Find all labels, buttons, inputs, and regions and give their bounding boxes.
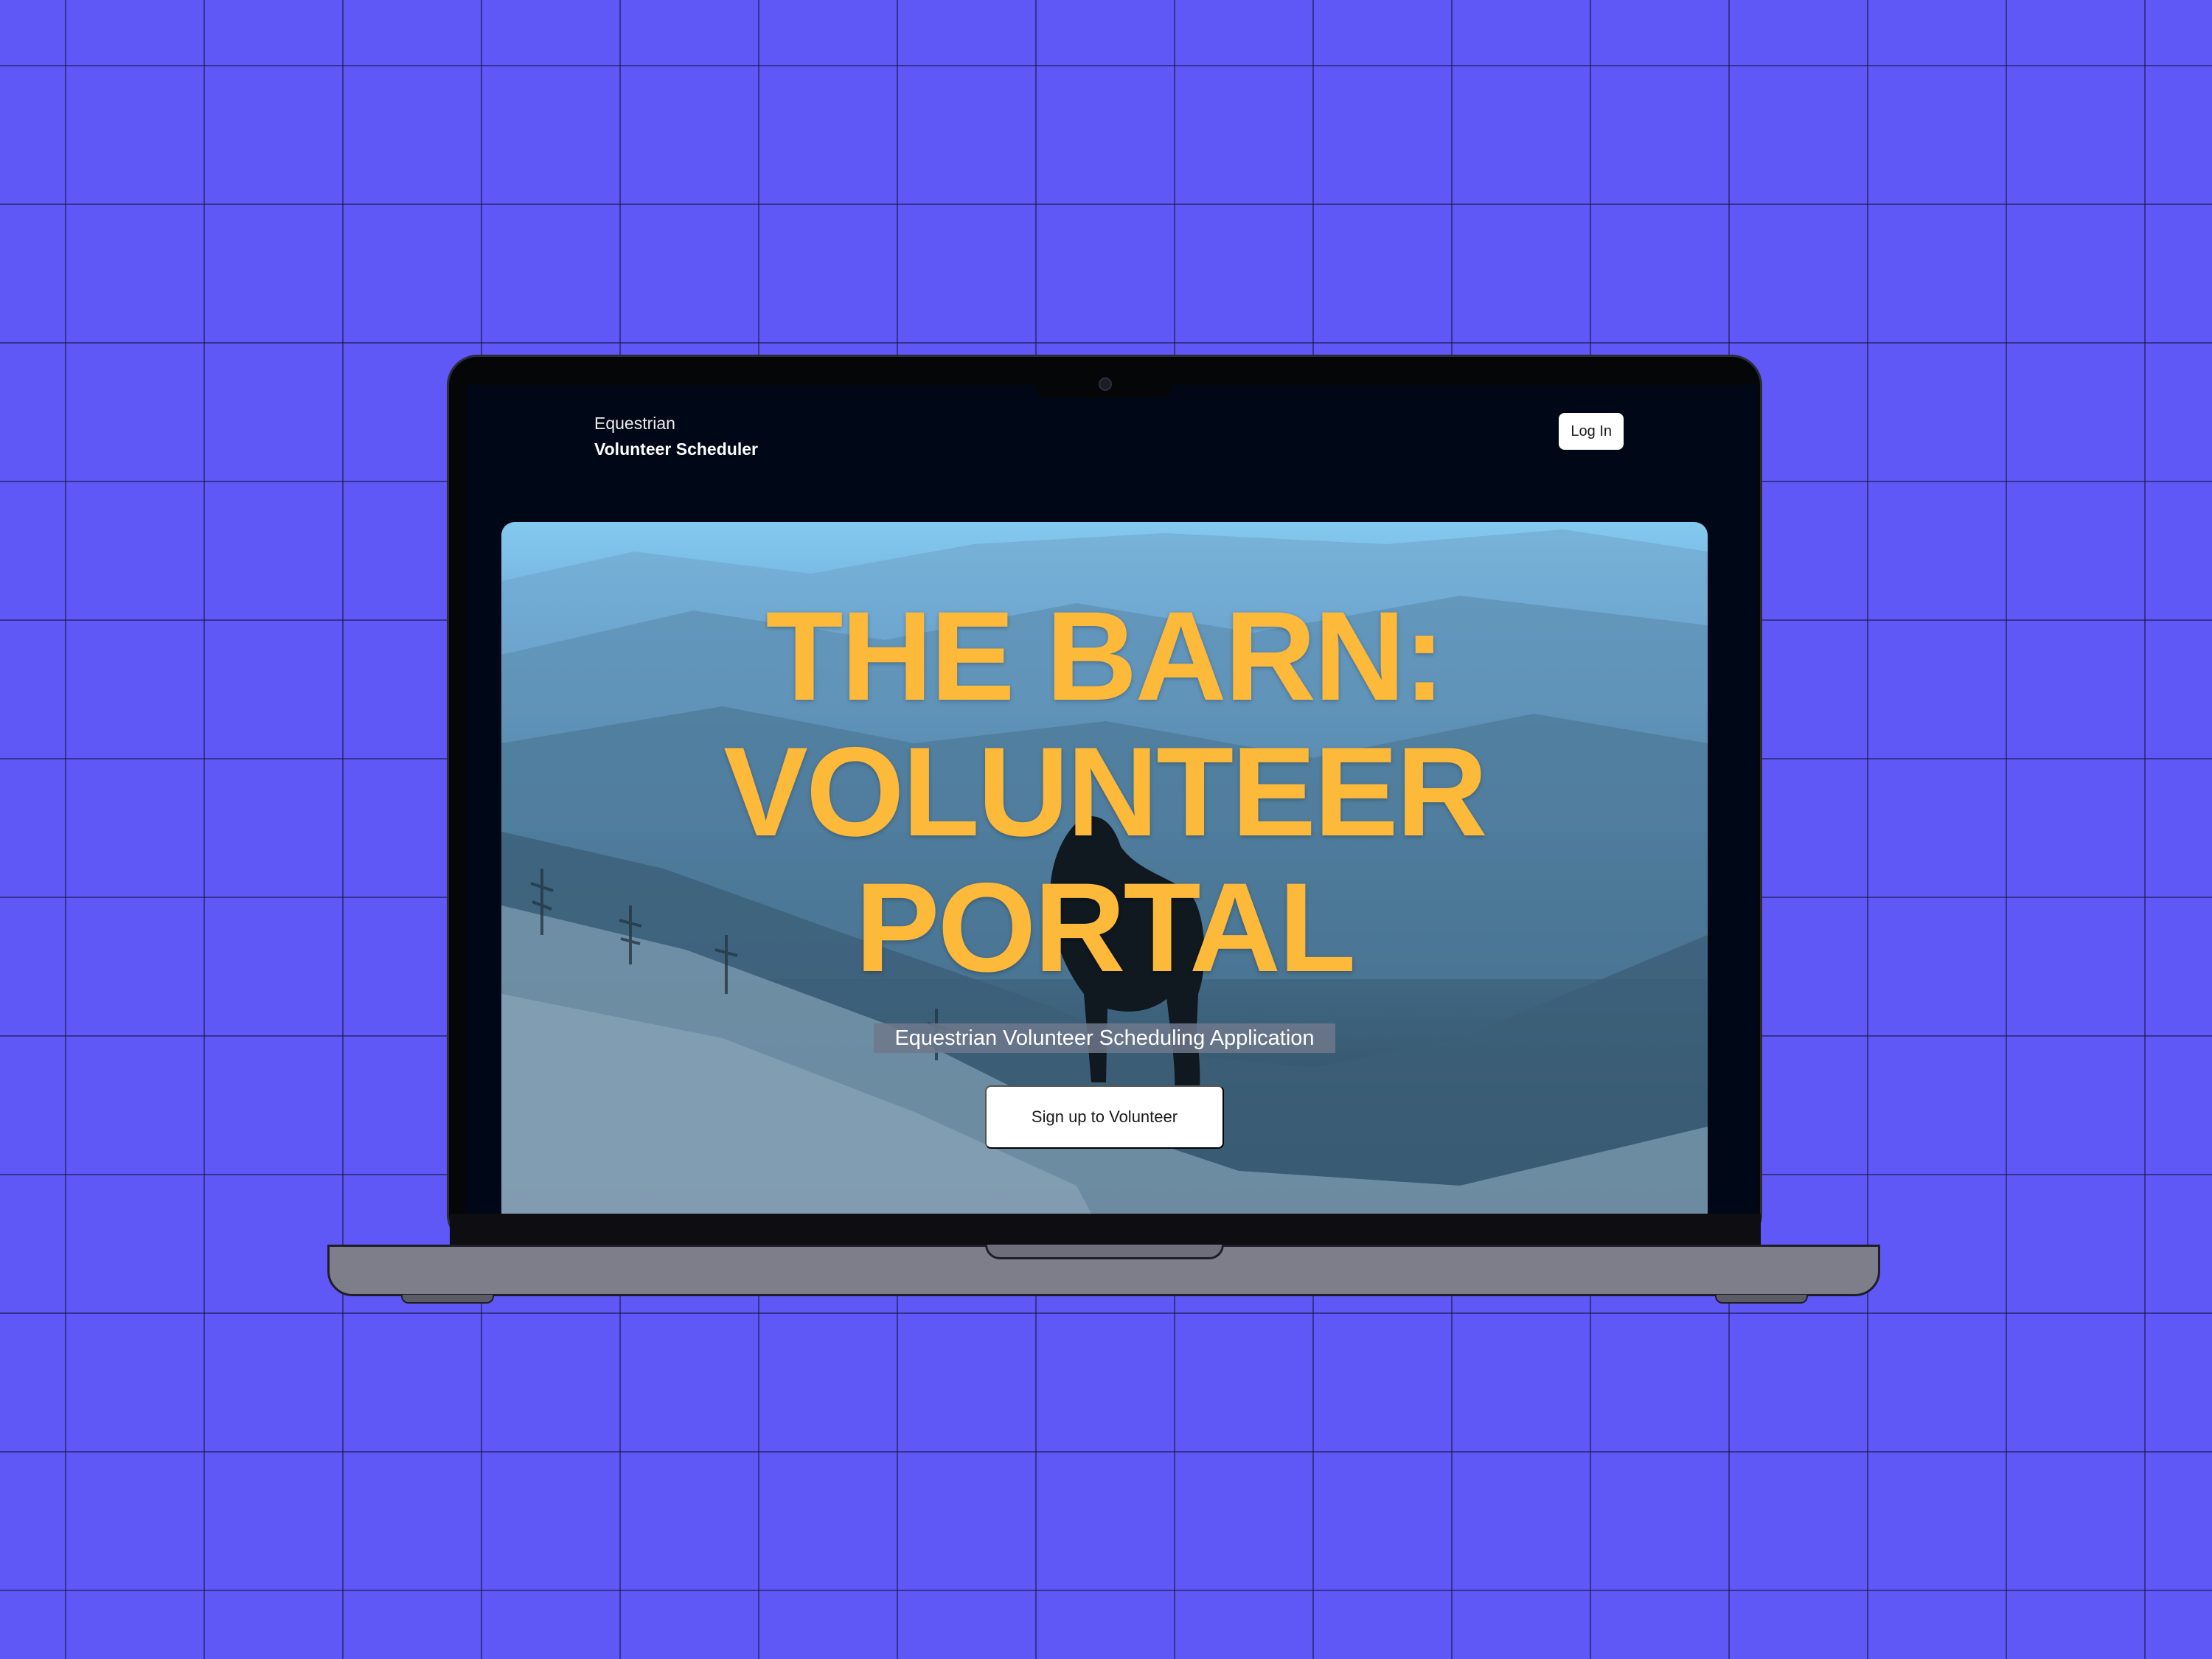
- hero-title-line-3: PORTAL: [855, 857, 1356, 998]
- signup-volunteer-button[interactable]: Sign up to Volunteer: [985, 1085, 1224, 1149]
- hero-title-line-1: THE BARN:: [765, 585, 1446, 727]
- brand-logo[interactable]: Equestrian Volunteer Scheduler: [594, 410, 758, 462]
- login-button[interactable]: Log In: [1559, 413, 1624, 450]
- hero-section: THE BARN: VOLUNTEER PORTAL Equestrian Vo…: [501, 522, 1708, 1214]
- laptop-foot-left: [401, 1295, 494, 1304]
- laptop-foot-right: [1715, 1295, 1808, 1304]
- laptop-hinge: [450, 1214, 1761, 1245]
- app-screen: Equestrian Volunteer Scheduler Log In TH…: [466, 385, 1758, 1214]
- screen-notch: [1037, 372, 1171, 398]
- laptop-thumb-notch: [985, 1245, 1224, 1259]
- hero-title-line-2: VOLUNTEER: [723, 721, 1488, 863]
- hero-subtitle: Equestrian Volunteer Scheduling Applicat…: [874, 1023, 1335, 1053]
- brand-line-1: Equestrian: [594, 414, 675, 433]
- brand-line-2: Volunteer Scheduler: [594, 439, 758, 459]
- webcam-icon: [1099, 378, 1112, 391]
- hero-title: THE BARN: VOLUNTEER PORTAL: [501, 588, 1708, 995]
